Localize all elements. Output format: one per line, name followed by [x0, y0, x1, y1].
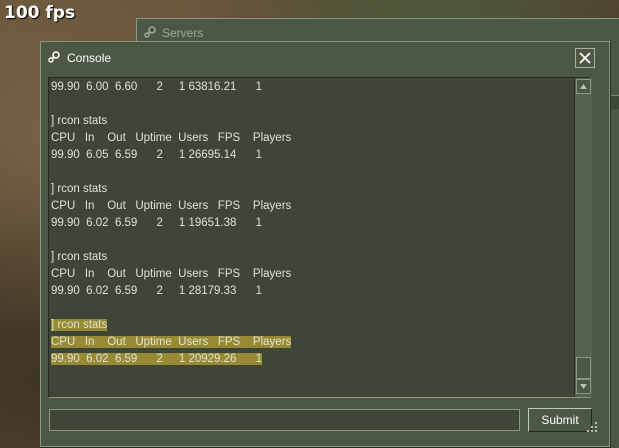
console-line-text: CPU In Out Uptime Users FPS Players [51, 200, 292, 212]
console-line-text: ] rcon stats [51, 319, 108, 331]
console-line: CPU In Out Uptime Users FPS Players [51, 334, 292, 351]
scroll-down-button[interactable] [576, 379, 591, 394]
console-line: ] rcon stats [51, 249, 291, 266]
console-line-text: ] rcon stats [51, 251, 108, 263]
console-line-text: 99.90 6.05 6.59 2 1 26695.14 1 [51, 149, 262, 161]
console-line: 99.90 6.02 6.59 2 1 19651.38 1 [51, 215, 291, 232]
console-line: CPU In Out Uptime Users FPS Players [51, 130, 291, 147]
arrow-down-icon [580, 384, 587, 389]
console-line: 99.90 6.05 6.59 2 1 26695.14 1 [51, 147, 291, 164]
resize-grip-icon[interactable] [586, 421, 598, 433]
console-line: ] rcon stats [51, 317, 291, 334]
scrollbar-thumb[interactable] [576, 357, 591, 379]
arrow-up-icon [580, 84, 587, 89]
console-line-text: CPU In Out Uptime Users FPS Players [51, 336, 292, 348]
submit-button[interactable]: Submit [528, 408, 592, 432]
console-line: 99.90 6.00 6.60 2 1 63816.21 1 [51, 79, 291, 96]
servers-window-title: Servers [162, 26, 204, 40]
console-line: CPU In Out Uptime Users FPS Players [51, 198, 291, 215]
command-input[interactable] [49, 409, 520, 431]
console-line-text: CPU In Out Uptime Users FPS Players [51, 268, 292, 280]
console-line: CPU In Out Uptime Users FPS Players [51, 266, 291, 283]
console-line-text: 99.90 6.02 6.59 2 1 28179.33 1 [51, 285, 262, 297]
console-window-title: Console [67, 51, 112, 65]
scroll-up-button[interactable] [576, 79, 591, 94]
servers-titlebar[interactable]: Servers [143, 23, 203, 43]
console-line-text: CPU In Out Uptime Users FPS Players [51, 132, 292, 144]
console-output-lines: 99.90 6.00 6.60 2 1 63816.21 1 ] rcon sta… [51, 79, 292, 368]
console-line: 99.90 6.02 6.59 2 1 20929.26 1 [51, 351, 291, 368]
vertical-scrollbar[interactable] [574, 78, 592, 397]
console-output[interactable]: 99.90 6.00 6.60 2 1 63816.21 1 ] rcon sta… [48, 77, 591, 398]
console-line-text: 99.90 6.02 6.59 2 1 19651.38 1 [51, 217, 262, 229]
console-line-text: 99.90 6.02 6.59 2 1 20929.26 1 [51, 353, 262, 365]
console-window[interactable]: Console 99.90 6.00 6.60 2 1 63816.21 1 ] … [40, 41, 610, 447]
console-line-text: ] rcon stats [51, 183, 108, 195]
console-line: 99.90 6.02 6.59 2 1 28179.33 1 [51, 283, 291, 300]
close-button[interactable] [575, 48, 595, 68]
console-titlebar[interactable]: Console [47, 48, 111, 68]
steam-icon [47, 50, 61, 67]
close-icon [579, 52, 591, 64]
fps-counter: 100 fps [4, 3, 76, 23]
console-line-text: 99.90 6.00 6.60 2 1 63816.21 1 [51, 81, 262, 93]
steam-icon [143, 25, 157, 42]
console-line: ] rcon stats [51, 113, 291, 130]
console-line: ] rcon stats [51, 181, 291, 198]
console-line-text: ] rcon stats [51, 115, 108, 127]
